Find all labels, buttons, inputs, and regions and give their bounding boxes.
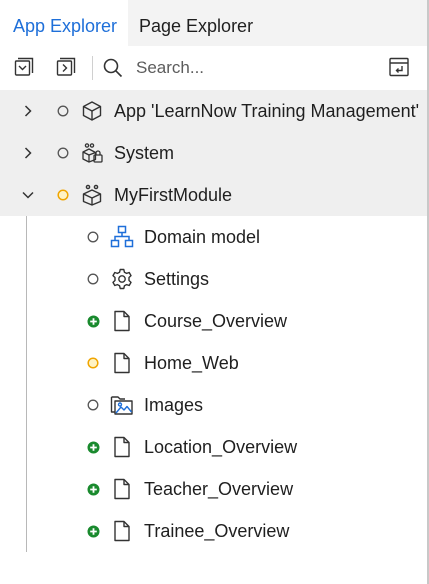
search-icon	[100, 55, 126, 81]
status-added-icon	[86, 314, 100, 328]
explorer-tab-bar: App Explorer Page Explorer	[0, 0, 427, 46]
tree-item-course-overview[interactable]: Course_Overview	[0, 300, 427, 342]
tree-item-trainee-overview[interactable]: Trainee_Overview	[0, 510, 427, 552]
page-icon	[110, 309, 134, 333]
expand-all-icon	[56, 57, 76, 76]
collapse-all-button[interactable]	[11, 54, 37, 80]
system-module-icon	[80, 141, 104, 165]
tree-guide-line	[26, 216, 27, 552]
tree-item-label: Teacher_Overview	[144, 479, 294, 499]
status-unchanged-icon	[86, 272, 100, 286]
tree-item-label: Domain model	[144, 227, 261, 247]
chevron-right-icon[interactable]	[18, 143, 38, 163]
search-input[interactable]	[136, 54, 366, 82]
tree-item-label: Trainee_Overview	[144, 521, 290, 541]
page-icon	[110, 477, 134, 501]
expand-all-button[interactable]	[53, 54, 79, 80]
tree-item-label: Settings	[144, 269, 210, 289]
status-added-icon	[86, 440, 100, 454]
tab-page-explorer[interactable]: Page Explorer	[139, 0, 253, 46]
tree-item-domain-model[interactable]: Domain model	[0, 216, 427, 258]
page-icon	[110, 519, 134, 543]
toolbar-separator	[92, 56, 93, 80]
chevron-right-icon[interactable]	[18, 101, 38, 121]
status-modified-icon	[56, 188, 70, 202]
tree-item-settings[interactable]: Settings	[0, 258, 427, 300]
domain-model-icon	[110, 225, 134, 249]
tree-item-app[interactable]: App 'LearnNow Training Management'	[0, 90, 427, 132]
tree-item-label: App 'LearnNow Training Management'	[114, 101, 420, 121]
collapse-all-icon	[14, 57, 34, 76]
tree-item-label: Location_Overview	[144, 437, 298, 457]
status-added-icon	[86, 482, 100, 496]
tree-item-teacher-overview[interactable]: Teacher_Overview	[0, 468, 427, 510]
package-icon	[80, 99, 104, 123]
tree-item-location-overview[interactable]: Location_Overview	[0, 426, 427, 468]
tree-item-label: Images	[144, 395, 204, 415]
chevron-down-icon[interactable]	[18, 185, 38, 205]
status-unchanged-icon	[56, 146, 70, 160]
status-modified-icon	[86, 356, 100, 370]
tree-item-label: System	[114, 143, 175, 163]
status-unchanged-icon	[86, 398, 100, 412]
gear-icon	[110, 267, 134, 291]
module-icon	[80, 183, 104, 207]
tree-item-home-web[interactable]: Home_Web	[0, 342, 427, 384]
tab-app-explorer[interactable]: App Explorer	[0, 0, 128, 46]
status-unchanged-icon	[56, 104, 70, 118]
tree-item-label: Home_Web	[144, 353, 239, 373]
tree-item-system[interactable]: System	[0, 132, 427, 174]
status-added-icon	[86, 524, 100, 538]
link-editor-icon	[389, 57, 409, 77]
images-icon	[110, 393, 134, 417]
explorer-toolbar	[0, 46, 427, 88]
page-icon	[110, 351, 134, 375]
tree-item-label: Course_Overview	[144, 311, 288, 331]
page-icon	[110, 435, 134, 459]
tree-item-label: MyFirstModule	[114, 185, 233, 205]
status-unchanged-icon	[86, 230, 100, 244]
tree-item-myfirstmodule[interactable]: MyFirstModule	[0, 174, 427, 216]
link-with-editor-button[interactable]	[386, 54, 412, 80]
tree-item-images[interactable]: Images	[0, 384, 427, 426]
